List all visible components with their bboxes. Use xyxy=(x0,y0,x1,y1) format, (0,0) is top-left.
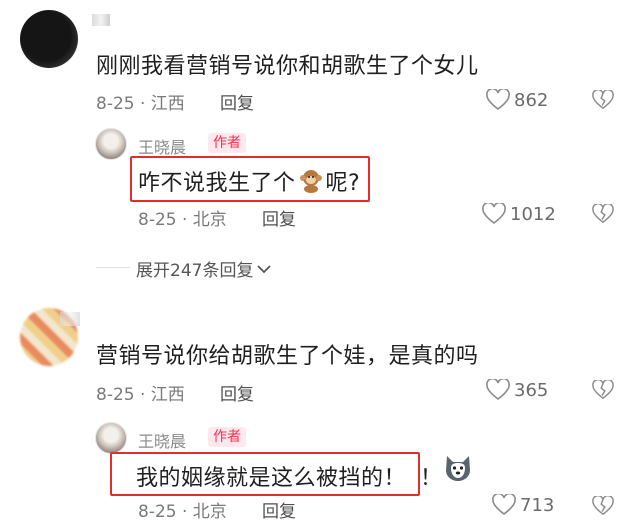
expand-replies-button[interactable]: 展开247条回复 xyxy=(136,256,272,281)
author-avatar[interactable] xyxy=(95,422,127,454)
author-badge: 作者 xyxy=(208,133,246,153)
author-name[interactable]: 王晓晨 xyxy=(138,428,186,452)
author-reply-extra: ！ xyxy=(420,466,443,491)
author-reply-text: 我的姻缘就是这么被挡的！ xyxy=(136,466,407,491)
heart-icon xyxy=(492,494,516,516)
author-badge: 作者 xyxy=(208,427,246,447)
comment-text: 刚刚我看营销号说你和胡歌生了个女儿 xyxy=(96,54,479,79)
heart-icon xyxy=(482,203,506,225)
expand-divider xyxy=(96,267,130,268)
author-reply-button[interactable]: 回复 xyxy=(262,205,296,230)
comment-date-location: 8-25 · 江西 xyxy=(96,94,185,114)
reply-text-after: 呢? xyxy=(325,171,361,196)
like-button[interactable]: 365 xyxy=(486,379,548,401)
comment-date-location: 8-25 · 江西 xyxy=(96,385,185,405)
author-like-button[interactable]: 1012 xyxy=(482,203,556,225)
monkey-icon xyxy=(299,170,322,193)
username-mosaic xyxy=(60,312,80,326)
author-reply-text: 咋不说我生了个 呢? xyxy=(138,165,360,197)
dislike-icon[interactable] xyxy=(592,496,614,516)
heart-icon xyxy=(486,89,510,111)
author-reply-button[interactable]: 回复 xyxy=(262,497,296,522)
author-reply-date-location: 8-25 · 北京 xyxy=(138,210,227,230)
husky-icon xyxy=(446,456,470,481)
dislike-icon[interactable] xyxy=(592,204,614,224)
comment-text: 营销号说你给胡歌生了个娃，是真的吗 xyxy=(96,344,479,369)
chevron-down-icon xyxy=(257,264,272,273)
heart-icon xyxy=(486,379,510,401)
author-like-button[interactable]: 713 xyxy=(492,494,554,516)
dislike-icon[interactable] xyxy=(592,380,614,400)
author-reply-date-location: 8-25 · 北京 xyxy=(138,502,227,522)
expand-replies-label: 展开247条回复 xyxy=(136,261,254,281)
author-avatar[interactable] xyxy=(95,128,127,160)
reply-button[interactable]: 回复 xyxy=(220,89,254,114)
author-name[interactable]: 王晓晨 xyxy=(138,134,186,158)
like-count: 862 xyxy=(514,89,549,111)
username-mosaic xyxy=(92,14,110,26)
reply-button[interactable]: 回复 xyxy=(220,380,254,405)
commenter-avatar[interactable] xyxy=(20,10,78,68)
dislike-icon[interactable] xyxy=(592,90,614,110)
author-like-count: 1012 xyxy=(510,203,556,225)
like-button[interactable]: 862 xyxy=(486,89,548,111)
like-count: 365 xyxy=(514,379,549,401)
author-like-count: 713 xyxy=(520,494,555,516)
reply-text-before: 咋不说我生了个 xyxy=(138,171,296,196)
